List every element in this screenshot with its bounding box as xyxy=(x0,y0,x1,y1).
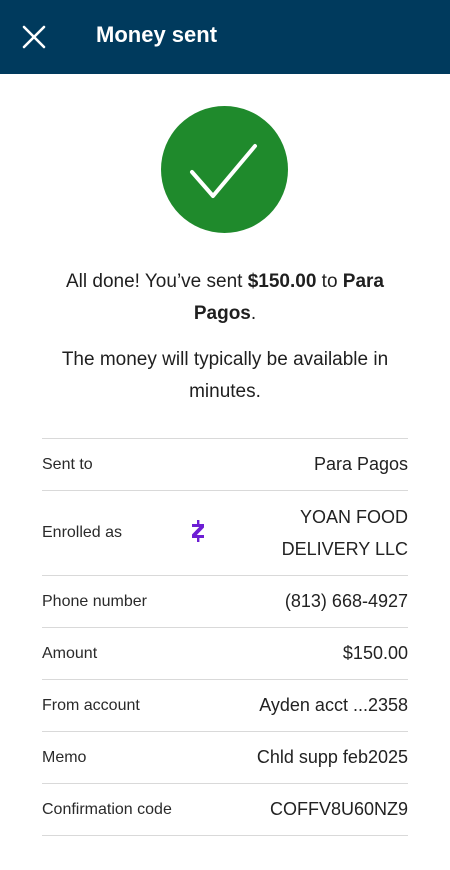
detail-row-confirmation-code: Confirmation code COFFV8U60NZ9 xyxy=(42,784,408,836)
detail-row-sent-to: Sent to Para Pagos xyxy=(42,439,408,491)
message-middle: to xyxy=(316,271,343,292)
availability-message: The money will typically be available in… xyxy=(61,349,389,402)
sent-to-value: Para Pagos xyxy=(313,454,408,474)
success-checkmark-icon xyxy=(161,106,288,233)
detail-row-phone: Phone number (813) 668-4927 xyxy=(42,576,408,628)
amount-label: Amount xyxy=(42,644,98,662)
message-prefix: All done! You’ve sent xyxy=(66,271,248,292)
memo-label: Memo xyxy=(42,748,87,766)
amount-value: $150.00 xyxy=(342,643,408,663)
message-suffix: . xyxy=(250,303,257,324)
phone-label: Phone number xyxy=(42,592,147,610)
sent-to-label: Sent to xyxy=(42,455,93,473)
message-amount: $150.00 xyxy=(247,271,317,292)
enrolled-as-value-group: YOAN FOOD DELIVERY LLC xyxy=(190,501,408,565)
phone-value: (813) 668-4927 xyxy=(284,591,408,611)
detail-row-memo: Memo Chld supp feb2025 xyxy=(42,732,408,784)
confirmation-code-label: Confirmation code xyxy=(42,800,172,818)
close-button[interactable] xyxy=(20,23,48,51)
enrolled-as-label: Enrolled as xyxy=(42,524,123,541)
from-account-label: From account xyxy=(42,696,140,714)
confirmation-message: All done! You’ve sent $150.00 to Para Pa… xyxy=(40,266,410,330)
memo-value: Chld supp feb2025 xyxy=(256,747,408,767)
from-account-value: Ayden acct ...2358 xyxy=(259,695,408,715)
detail-row-from-account: From account Ayden acct ...2358 xyxy=(42,680,408,732)
detail-row-amount: Amount $150.00 xyxy=(42,628,408,680)
page-title: Money sent xyxy=(96,22,218,47)
top-bar: Money sent xyxy=(0,0,450,74)
detail-row-enrolled-as: Enrolled as YOAN FOOD DELIVERY LLC xyxy=(42,491,408,576)
close-icon xyxy=(22,25,46,49)
confirmation-code-value: COFFV8U60NZ9 xyxy=(269,799,408,819)
transfer-details: Sent to Para Pagos Enrolled as YOAN FOOD… xyxy=(42,438,408,836)
enrolled-as-value: YOAN FOOD DELIVERY LLC xyxy=(281,507,408,559)
zelle-icon xyxy=(192,520,204,542)
